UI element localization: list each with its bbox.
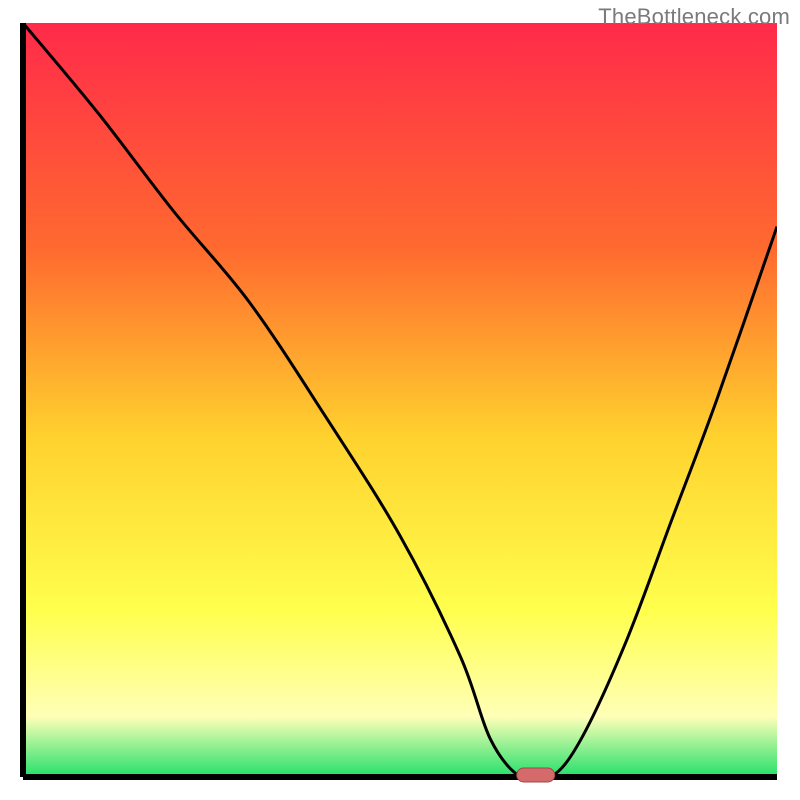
watermark-text: TheBottleneck.com bbox=[598, 4, 790, 30]
chart-frame: TheBottleneck.com bbox=[0, 0, 800, 800]
optimal-marker bbox=[517, 768, 555, 782]
plot-background bbox=[23, 23, 777, 777]
bottleneck-chart bbox=[0, 0, 800, 800]
